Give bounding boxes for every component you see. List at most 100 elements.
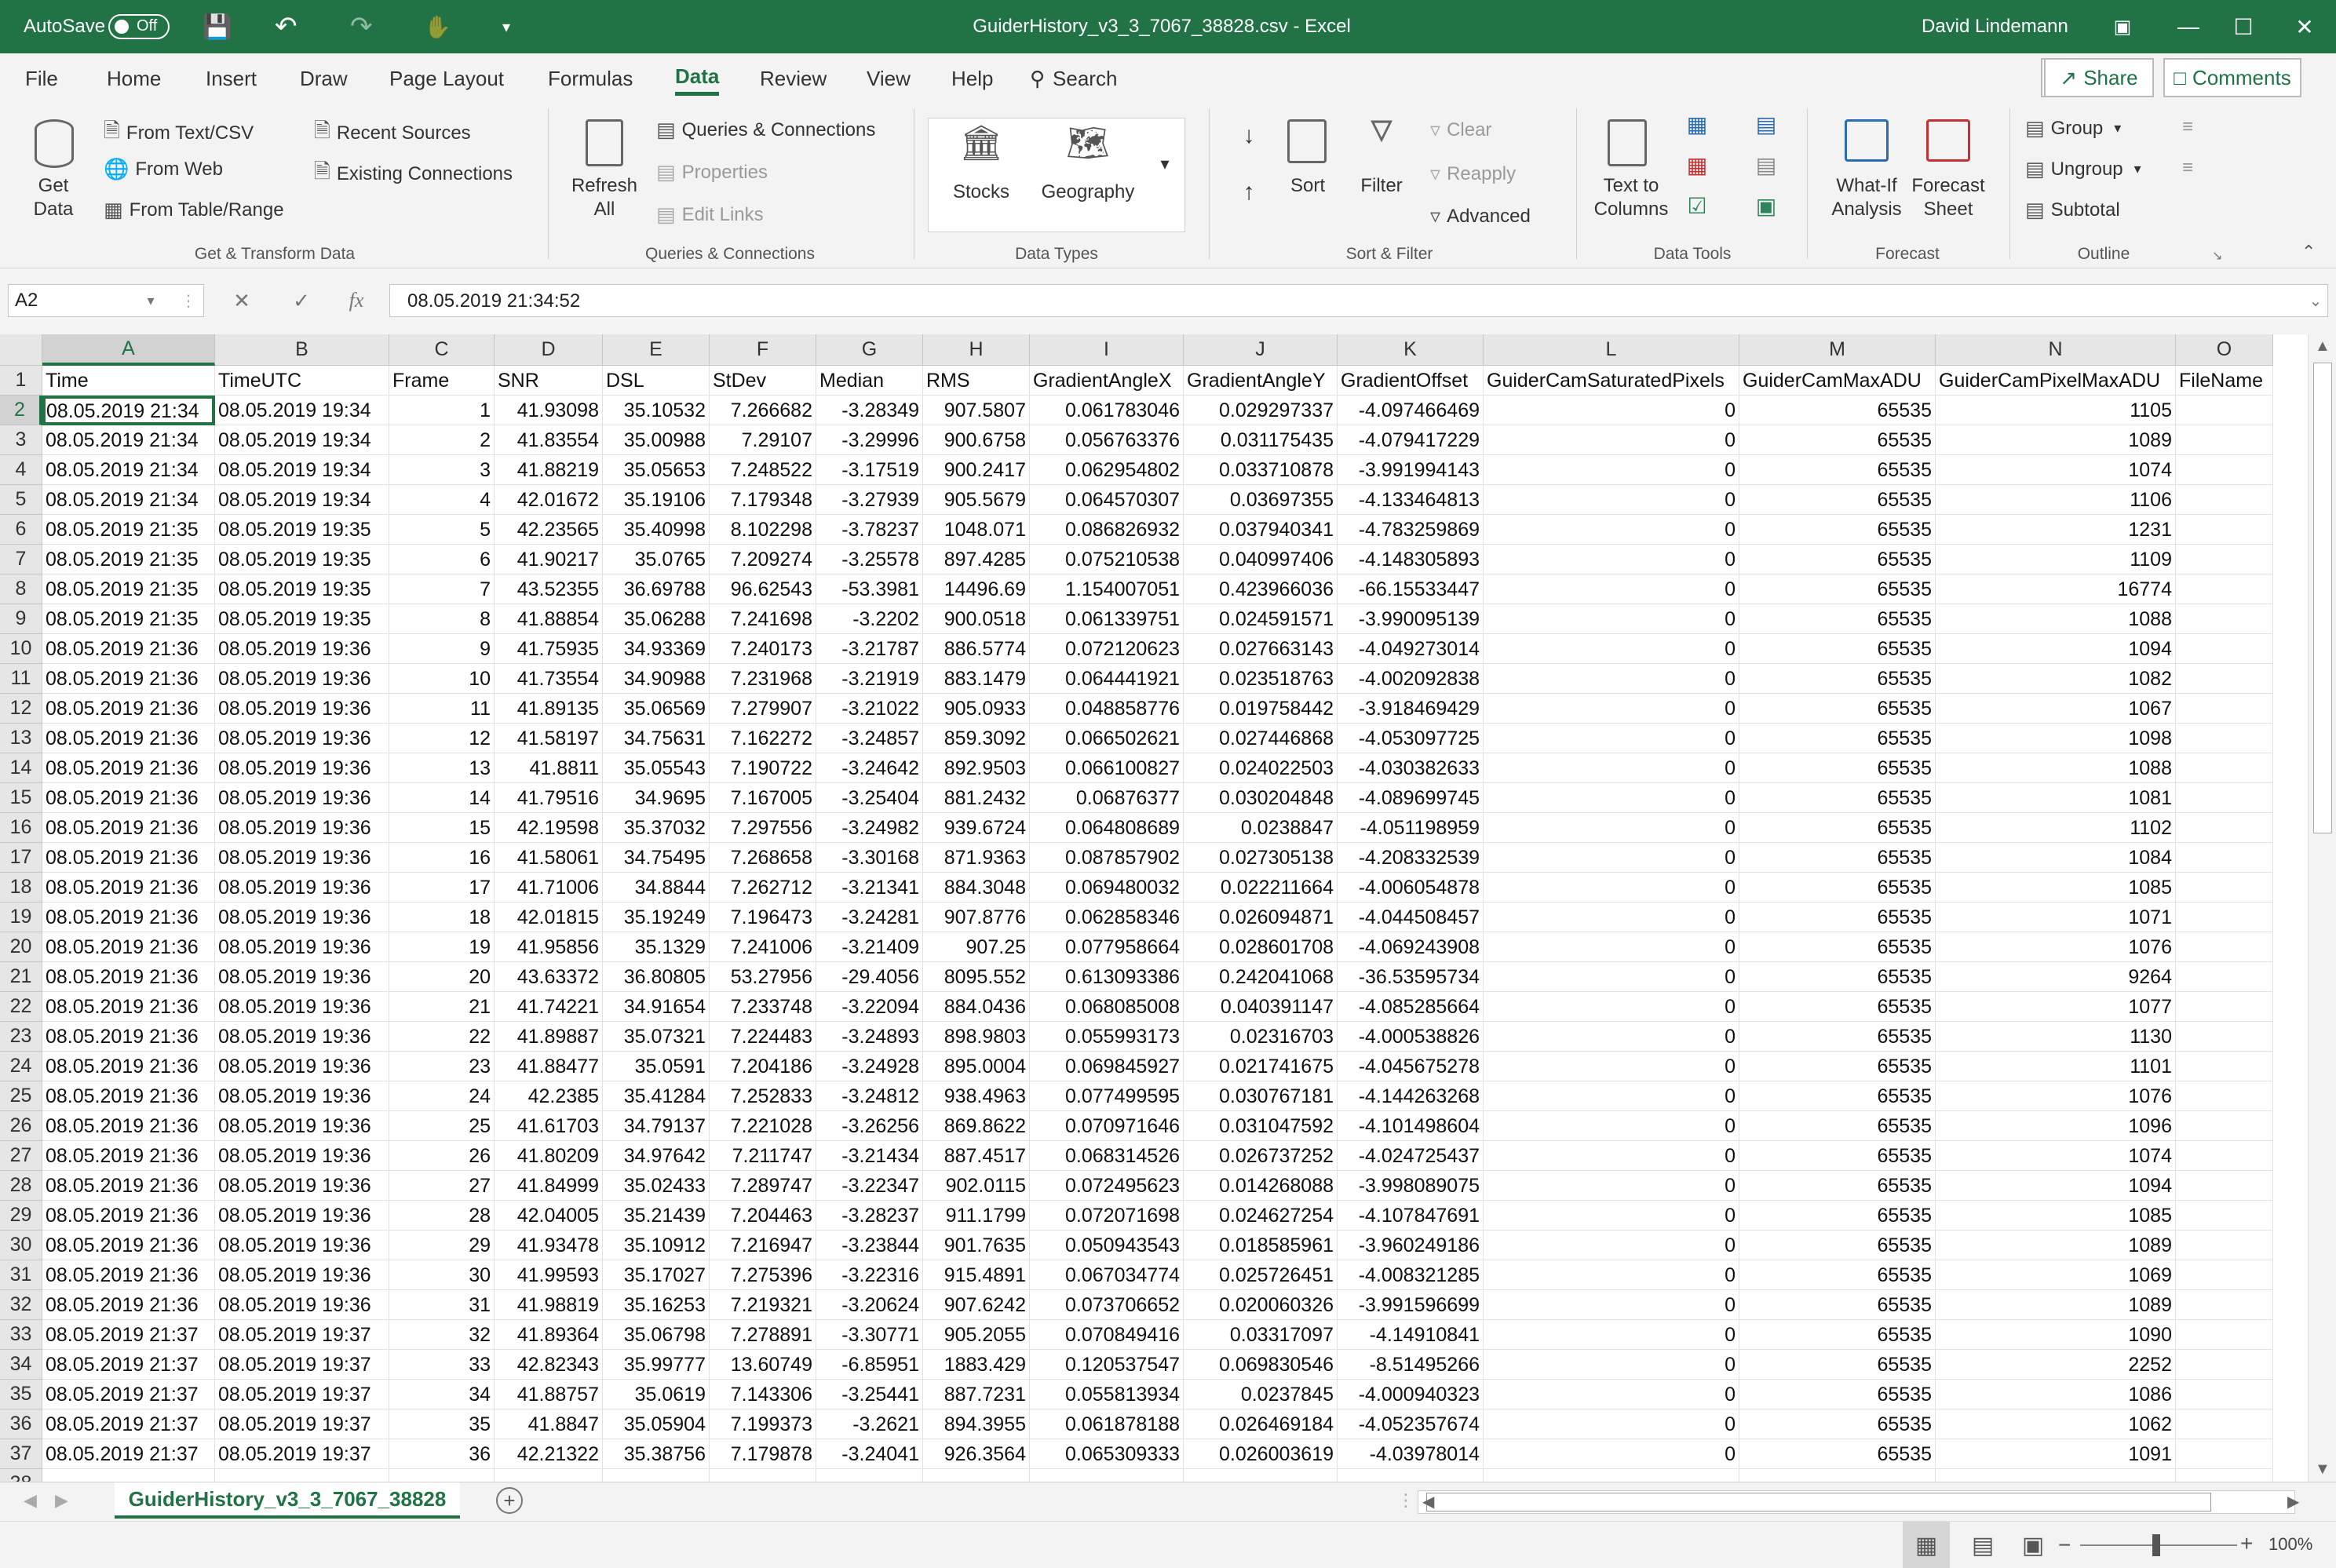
table-cell[interactable] bbox=[2176, 1469, 2273, 1482]
table-cell[interactable]: 65535 bbox=[1739, 1231, 1936, 1260]
row-header[interactable]: 29 bbox=[0, 1201, 42, 1231]
row-header[interactable]: 7 bbox=[0, 545, 42, 574]
table-cell[interactable] bbox=[215, 1469, 389, 1482]
table-cell[interactable] bbox=[1936, 1469, 2176, 1482]
table-cell[interactable]: -4.000538826 bbox=[1338, 1022, 1484, 1052]
table-cell[interactable]: 939.6724 bbox=[923, 813, 1030, 843]
table-cell[interactable]: 900.0518 bbox=[923, 604, 1030, 634]
table-cell[interactable]: 1067 bbox=[1936, 694, 2176, 724]
table-cell[interactable] bbox=[2176, 485, 2273, 515]
row-header[interactable]: 12 bbox=[0, 694, 42, 724]
table-cell[interactable]: -3.24642 bbox=[816, 753, 923, 783]
table-cell[interactable]: 7.190722 bbox=[710, 753, 816, 783]
table-cell[interactable]: 08.05.2019 21:37 bbox=[42, 1350, 215, 1380]
table-cell[interactable]: 08.05.2019 21:35 bbox=[42, 574, 215, 604]
get-data-button[interactable]: Get Data bbox=[16, 174, 91, 221]
close-icon[interactable]: ✕ bbox=[2272, 0, 2336, 53]
table-cell[interactable] bbox=[2176, 604, 2273, 634]
table-cell[interactable] bbox=[2176, 1409, 2273, 1439]
table-cell[interactable]: 7.240173 bbox=[710, 634, 816, 664]
table-cell[interactable] bbox=[1739, 1469, 1936, 1482]
table-cell[interactable]: 08.05.2019 19:36 bbox=[215, 753, 389, 783]
table-cell[interactable]: 1094 bbox=[1936, 634, 2176, 664]
row-header[interactable]: 38 bbox=[0, 1469, 42, 1482]
table-cell[interactable] bbox=[2176, 1081, 2273, 1111]
table-cell[interactable]: 0 bbox=[1484, 1380, 1739, 1409]
column-title-cell[interactable]: FileName bbox=[2176, 366, 2273, 396]
table-cell[interactable]: -53.3981 bbox=[816, 574, 923, 604]
tab-review[interactable]: Review bbox=[760, 61, 827, 96]
table-cell[interactable]: 0 bbox=[1484, 634, 1739, 664]
table-cell[interactable]: 08.05.2019 19:36 bbox=[215, 1231, 389, 1260]
table-cell[interactable]: 32 bbox=[389, 1320, 495, 1350]
table-cell[interactable]: -3.29996 bbox=[816, 425, 923, 455]
table-cell[interactable]: 0 bbox=[1484, 932, 1739, 962]
table-cell[interactable]: 1231 bbox=[1936, 515, 2176, 545]
table-cell[interactable]: 0 bbox=[1484, 1231, 1739, 1260]
table-cell[interactable]: 35.06798 bbox=[603, 1320, 710, 1350]
table-cell[interactable]: 0 bbox=[1484, 455, 1739, 485]
what-if-button[interactable]: What-If Analysis bbox=[1823, 174, 1911, 221]
table-cell[interactable]: 42.82343 bbox=[495, 1350, 603, 1380]
subtotal-button[interactable]: ▤ Subtotal bbox=[2025, 198, 2120, 222]
column-title-cell[interactable]: SNR bbox=[495, 366, 603, 396]
table-cell[interactable]: 08.05.2019 21:36 bbox=[42, 694, 215, 724]
row-header[interactable]: 15 bbox=[0, 783, 42, 813]
scroll-left-icon[interactable]: ◀ bbox=[1422, 1492, 1434, 1511]
table-cell[interactable]: 1130 bbox=[1936, 1022, 2176, 1052]
table-cell[interactable]: 08.05.2019 19:36 bbox=[215, 873, 389, 903]
prev-sheet-icon[interactable]: ◀ bbox=[24, 1490, 37, 1511]
table-cell[interactable]: -3.26256 bbox=[816, 1111, 923, 1141]
table-cell[interactable]: 0.027305138 bbox=[1184, 843, 1338, 873]
table-cell[interactable]: 0.031175435 bbox=[1184, 425, 1338, 455]
table-cell[interactable]: 65535 bbox=[1739, 724, 1936, 753]
table-cell[interactable]: 0.033710878 bbox=[1184, 455, 1338, 485]
table-cell[interactable]: 41.58197 bbox=[495, 724, 603, 753]
zoom-slider-thumb[interactable] bbox=[2152, 1534, 2160, 1556]
table-cell[interactable]: 4 bbox=[389, 485, 495, 515]
table-cell[interactable]: 36.69788 bbox=[603, 574, 710, 604]
table-cell[interactable] bbox=[1338, 1469, 1484, 1482]
column-title-cell[interactable]: RMS bbox=[923, 366, 1030, 396]
table-cell[interactable]: 08.05.2019 21:37 bbox=[42, 1439, 215, 1469]
table-cell[interactable]: 887.7231 bbox=[923, 1380, 1030, 1409]
table-cell[interactable] bbox=[2176, 1111, 2273, 1141]
table-cell[interactable]: 0.056763376 bbox=[1030, 425, 1184, 455]
table-cell[interactable]: 08.05.2019 19:37 bbox=[215, 1350, 389, 1380]
table-cell[interactable]: 08.05.2019 19:34 bbox=[215, 425, 389, 455]
table-cell[interactable]: 895.0004 bbox=[923, 1052, 1030, 1081]
table-cell[interactable] bbox=[42, 1469, 215, 1482]
row-header[interactable]: 8 bbox=[0, 574, 42, 604]
table-cell[interactable]: 65535 bbox=[1739, 604, 1936, 634]
filter-button[interactable]: Filter bbox=[1349, 174, 1414, 198]
row-header[interactable]: 27 bbox=[0, 1141, 42, 1171]
sort-descending-icon[interactable]: ↑ bbox=[1229, 181, 1268, 204]
table-cell[interactable]: 915.4891 bbox=[923, 1260, 1030, 1290]
tab-data[interactable]: Data bbox=[675, 61, 720, 96]
table-cell[interactable]: 41.99593 bbox=[495, 1260, 603, 1290]
table-cell[interactable]: -3.991994143 bbox=[1338, 455, 1484, 485]
table-cell[interactable]: 34.75495 bbox=[603, 843, 710, 873]
table-cell[interactable]: -3.25404 bbox=[816, 783, 923, 813]
table-cell[interactable]: 1089 bbox=[1936, 1290, 2176, 1320]
queries-connections-button[interactable]: ▤ Queries & Connections bbox=[656, 118, 875, 142]
table-cell[interactable]: 65535 bbox=[1739, 1320, 1936, 1350]
table-cell[interactable]: 65535 bbox=[1739, 1141, 1936, 1171]
table-cell[interactable]: -3.24893 bbox=[816, 1022, 923, 1052]
table-cell[interactable]: 1082 bbox=[1936, 664, 2176, 694]
table-cell[interactable]: 907.5807 bbox=[923, 396, 1030, 425]
table-cell[interactable]: 0.02316703 bbox=[1184, 1022, 1338, 1052]
table-cell[interactable]: -4.045675278 bbox=[1338, 1052, 1484, 1081]
table-cell[interactable]: 0.066502621 bbox=[1030, 724, 1184, 753]
sheet-tab-active[interactable]: GuiderHistory_v3_3_7067_38828 bbox=[115, 1482, 460, 1519]
table-cell[interactable]: 7.179348 bbox=[710, 485, 816, 515]
table-cell[interactable]: 65535 bbox=[1739, 1290, 1936, 1320]
table-cell[interactable]: 7.289747 bbox=[710, 1171, 816, 1201]
table-cell[interactable]: -3.28349 bbox=[816, 396, 923, 425]
consolidate-icon[interactable]: ▤ bbox=[1750, 113, 1782, 137]
table-cell[interactable]: 881.2432 bbox=[923, 783, 1030, 813]
table-cell[interactable] bbox=[2176, 634, 2273, 664]
table-cell[interactable]: 0 bbox=[1484, 1081, 1739, 1111]
table-cell[interactable]: 0 bbox=[1484, 1290, 1739, 1320]
vertical-scrollbar[interactable]: ▲ ▼ bbox=[2308, 334, 2336, 1482]
